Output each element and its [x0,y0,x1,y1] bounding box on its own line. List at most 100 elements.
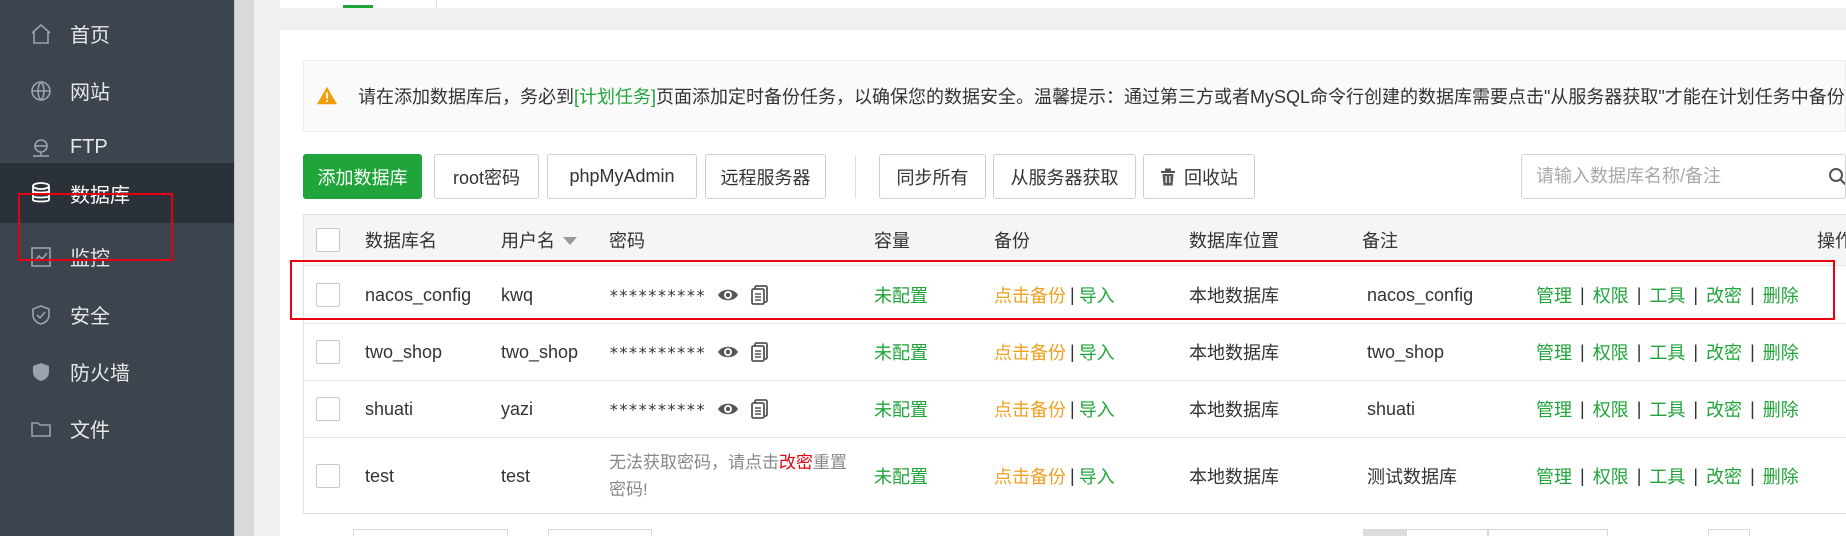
search-icon[interactable] [1828,167,1846,187]
sort-arrow-icon [563,237,577,245]
capacity-status[interactable]: 未配置 [874,381,928,437]
separator: | [1693,398,1699,419]
permission-link[interactable]: 权限 [1593,396,1629,422]
separator: | [1693,341,1699,362]
row-checkbox[interactable] [316,464,340,488]
warning-icon [316,86,338,105]
password-mask: ********** [609,342,706,362]
permission-link[interactable]: 权限 [1593,339,1629,365]
db-username: yazi [501,398,534,419]
cron-task-link[interactable]: [计划任务] [574,83,656,109]
table-header-row: 数据库名 用户名 密码 容量 备份 数据库位置 备注 操作 [304,214,1846,266]
header-username-label: 用户名 [501,231,555,251]
change-password-link[interactable]: 改密 [1706,339,1742,365]
sidebar-scroll-edge [234,0,254,536]
header-password: 密码 [609,231,645,251]
row-actions: 管理 | 权限 | 工具 | 改密 | 删除 [1536,438,1799,513]
row-checkbox[interactable] [316,340,340,364]
change-password-link[interactable]: 改密 [1706,463,1742,489]
db-note[interactable]: 测试数据库 [1367,438,1457,513]
db-name: two_shop [365,341,443,362]
delete-link[interactable]: 删除 [1763,396,1799,422]
row-checkbox[interactable] [316,397,340,421]
select-all-checkbox[interactable] [316,228,340,252]
delete-link[interactable]: 删除 [1763,463,1799,489]
sync-all-button[interactable]: 同步所有 [879,154,986,199]
backup-link[interactable]: 点击备份 [994,339,1066,365]
pagination-control[interactable] [353,529,508,536]
manage-link[interactable]: 管理 [1536,339,1572,365]
separator: | [1636,398,1642,419]
pagination-page[interactable] [1406,529,1488,536]
capacity-status[interactable]: 未配置 [874,438,928,513]
recycle-bin-button[interactable]: 回收站 [1143,154,1255,199]
row-actions: 管理 | 权限 | 工具 | 改密 | 删除 [1536,324,1799,380]
show-password-icon[interactable] [717,398,739,420]
search-input[interactable] [1536,166,1806,187]
db-note[interactable]: shuati [1367,381,1415,437]
change-password-inline-link[interactable]: 改密 [779,453,813,472]
pagination-control[interactable] [548,529,652,536]
tools-link[interactable]: 工具 [1649,396,1685,422]
header-location: 数据库位置 [1189,231,1279,251]
table-row: shuati yazi ********** 未配置 点击备份 | 导入 本地数… [304,381,1846,438]
import-link[interactable]: 导入 [1079,396,1115,422]
globe-icon [28,78,54,104]
sidebar-item-label: 防火墙 [70,363,130,385]
add-database-button[interactable]: 添加数据库 [303,154,422,199]
password-unavailable-a: 无法获取密码，请点击 [609,453,779,472]
copy-password-icon[interactable] [749,398,771,420]
tools-link[interactable]: 工具 [1649,339,1685,365]
manage-link[interactable]: 管理 [1536,396,1572,422]
tools-link[interactable]: 工具 [1649,463,1685,489]
backup-cell: 点击备份 | 导入 [994,381,1115,437]
delete-link[interactable]: 删除 [1763,339,1799,365]
db-note[interactable]: two_shop [1367,324,1444,380]
manage-link[interactable]: 管理 [1536,463,1572,489]
top-tabs-panel [280,0,1846,8]
backup-link[interactable]: 点击备份 [994,463,1066,489]
pagination-page[interactable] [1363,529,1406,536]
permission-link[interactable]: 权限 [1593,463,1629,489]
sidebar-item-files[interactable]: 文件 [0,395,234,462]
separator: | [1693,465,1699,486]
db-location: 本地数据库 [1189,400,1279,420]
header-db-name[interactable]: 数据库名 [365,215,437,265]
highlight-box-sidebar [18,193,173,261]
highlight-box-row [290,260,1835,320]
remote-server-button[interactable]: 远程服务器 [705,154,826,199]
root-password-button[interactable]: root密码 [434,154,539,199]
backup-cell: 点击备份 | 导入 [994,438,1115,513]
show-password-icon[interactable] [717,341,739,363]
separator: | [1070,398,1075,419]
trash-icon [1161,168,1175,185]
header-note: 备注 [1362,231,1398,251]
pagination-page[interactable] [1488,529,1608,536]
shield-icon [28,302,54,328]
header-backup: 备份 [994,231,1030,251]
copy-password-icon[interactable] [749,341,771,363]
separator: | [1750,341,1755,362]
db-username: test [501,465,531,486]
import-link[interactable]: 导入 [1079,339,1115,365]
fetch-from-server-button[interactable]: 从服务器获取 [993,154,1136,199]
active-tab-indicator [343,5,373,8]
pagination-page[interactable] [1708,529,1750,536]
header-username[interactable]: 用户名 [501,215,577,265]
separator: | [1636,465,1642,486]
backup-link[interactable]: 点击备份 [994,396,1066,422]
sidebar: 首页 网站 FTP 数据库 监控 安全 防火墙 文件 [0,0,234,536]
separator: | [1580,398,1585,419]
backup-alert: 请在添加数据库后，务必到 [计划任务] 页面添加定时备份任务，以确保您的数据安全… [303,60,1846,132]
sidebar-item-label: 文件 [70,420,110,442]
ftp-icon [28,135,54,161]
capacity-status[interactable]: 未配置 [874,324,928,380]
import-link[interactable]: 导入 [1079,463,1115,489]
phpmyadmin-button[interactable]: phpMyAdmin [547,154,697,199]
alert-text-suffix: 页面添加定时备份任务，以确保您的数据安全。温馨提示：通过第三方或者MySQL命令… [656,87,1845,107]
password-mask: ********** [609,399,706,419]
firewall-icon [28,359,54,385]
sidebar-item-label: FTP [70,136,108,158]
row-actions: 管理 | 权限 | 工具 | 改密 | 删除 [1536,381,1799,437]
change-password-link[interactable]: 改密 [1706,396,1742,422]
